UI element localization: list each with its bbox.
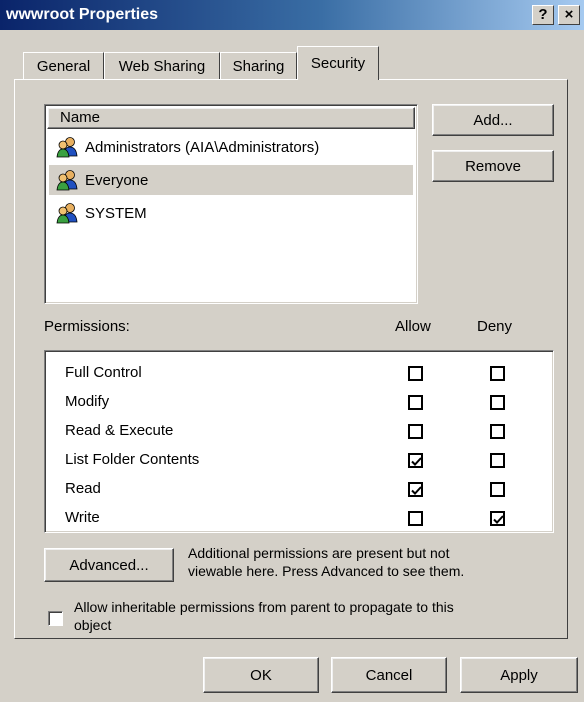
check-mark-icon xyxy=(411,486,422,495)
check-mark-icon xyxy=(493,515,504,524)
allow-checkbox[interactable] xyxy=(408,395,423,410)
allow-checkbox[interactable] xyxy=(408,424,423,439)
tab-label: Web Sharing xyxy=(118,58,206,75)
advanced-note-line1: Additional permissions are present but n… xyxy=(188,545,450,561)
permission-name: Modify xyxy=(65,393,110,410)
permission-row: List Folder Contents xyxy=(45,446,553,475)
user-group-list[interactable]: Name Administrators (AIA\Administrators)… xyxy=(44,104,418,304)
permission-row: Read & Execute xyxy=(45,417,553,446)
inherit-label-line2: object xyxy=(74,617,112,633)
permission-name: List Folder Contents xyxy=(65,451,200,468)
close-button[interactable]: × xyxy=(558,5,580,25)
permission-name: Read xyxy=(65,480,101,497)
ok-button[interactable]: OK xyxy=(203,657,319,693)
help-button[interactable]: ? xyxy=(532,5,554,25)
permission-row: Write xyxy=(45,504,553,533)
allow-checkbox[interactable] xyxy=(408,453,423,468)
deny-checkbox[interactable] xyxy=(490,424,505,439)
permission-name: Full Control xyxy=(65,364,142,381)
advanced-button[interactable]: Advanced... xyxy=(44,548,174,582)
list-item[interactable]: Everyone xyxy=(49,165,413,195)
user-name: SYSTEM xyxy=(85,204,147,222)
permissions-label: Permissions: xyxy=(44,318,130,335)
list-item[interactable]: Administrators (AIA\Administrators) xyxy=(49,132,413,162)
tab-label: Sharing xyxy=(232,58,285,75)
tab-label: Security xyxy=(310,55,366,72)
remove-button[interactable]: Remove xyxy=(432,150,554,182)
advanced-note-line2: viewable here. Press Advanced to see the… xyxy=(188,563,465,579)
allow-checkbox[interactable] xyxy=(408,482,423,497)
permissions-table: Full Control Modify Read & Execute List … xyxy=(44,350,554,533)
inherit-label-line1: Allow inheritable permissions from paren… xyxy=(74,599,454,615)
allow-checkbox[interactable] xyxy=(408,511,423,526)
deny-checkbox[interactable] xyxy=(490,366,505,381)
allow-checkbox[interactable] xyxy=(408,366,423,381)
deny-checkbox[interactable] xyxy=(490,453,505,468)
deny-column-header: Deny xyxy=(477,318,513,335)
tab-security[interactable]: Security xyxy=(297,46,379,80)
column-header-label: Name xyxy=(60,109,101,126)
user-name: Administrators (AIA\Administrators) xyxy=(85,138,320,156)
deny-checkbox[interactable] xyxy=(490,511,505,526)
list-item[interactable]: SYSTEM xyxy=(49,198,413,228)
inherit-permissions-checkbox[interactable] xyxy=(48,611,63,626)
tab-label: General xyxy=(36,58,91,75)
deny-checkbox[interactable] xyxy=(490,482,505,497)
allow-column-header: Allow xyxy=(395,318,431,335)
apply-button[interactable]: Apply xyxy=(460,657,578,693)
window-title: wwwroot Properties xyxy=(6,6,159,23)
user-name: Everyone xyxy=(85,171,149,189)
permission-name: Write xyxy=(65,509,100,526)
list-header-name[interactable]: Name xyxy=(47,107,415,129)
add-button[interactable]: Add... xyxy=(432,104,554,136)
permission-row: Full Control xyxy=(45,359,553,388)
user-group-icon xyxy=(55,169,81,191)
deny-checkbox[interactable] xyxy=(490,395,505,410)
user-group-icon xyxy=(55,202,81,224)
permission-row: Read xyxy=(45,475,553,504)
permission-row: Modify xyxy=(45,388,553,417)
tab-general[interactable]: General xyxy=(23,52,104,80)
title-bar: wwwroot Properties ? × xyxy=(0,0,584,30)
check-mark-icon xyxy=(411,457,422,466)
permission-name: Read & Execute xyxy=(65,422,174,439)
cancel-button[interactable]: Cancel xyxy=(331,657,447,693)
tab-sharing[interactable]: Sharing xyxy=(220,52,297,80)
tab-web-sharing[interactable]: Web Sharing xyxy=(104,52,220,80)
user-group-icon xyxy=(55,136,81,158)
